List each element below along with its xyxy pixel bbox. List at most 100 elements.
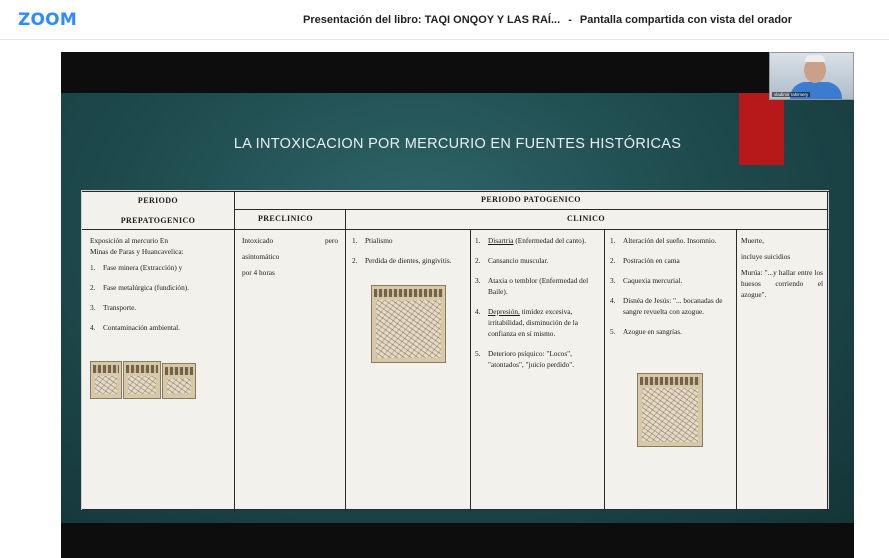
preclinico-word: pero (325, 236, 338, 245)
item-text: Cansancio muscular. (488, 256, 549, 265)
speaker-video-thumbnail[interactable]: vladimir rahimery (769, 52, 854, 100)
item-text-rest: (Enfermedad del canto). (513, 236, 587, 245)
table-rule (82, 229, 830, 230)
prepat-intro-line: Exposición al mercurio En (90, 236, 169, 245)
presentation-slide: LA INTOXICACION POR MERCURIO EN FUENTES … (61, 93, 854, 523)
item-text: Postración en cama (623, 256, 680, 265)
item-text: Ataxia o temblor (Enfermedad del Baile). (488, 276, 589, 296)
item-number: 2. (90, 283, 96, 292)
zoom-logo: ZOOM (18, 10, 77, 30)
table-rule (234, 209, 828, 210)
window-title: Presentación del libro: TAQI ONQOY Y LAS… (303, 14, 792, 26)
header-periodo: PERIODO (137, 196, 179, 205)
header-preclinico: PRECLINICO (257, 214, 314, 223)
item-text: Perdida de dientes, gingivitis. (365, 256, 452, 265)
table-rule (82, 509, 830, 510)
outcome-line: Murúa: "...y hallar entre los huesos cor… (741, 268, 823, 299)
title-separator: - (568, 14, 572, 26)
item-number: 5. (475, 349, 481, 358)
list-item: 2. Perdida de dientes, gingivitis. (352, 255, 464, 266)
list-item: 4. Disnéa de Jesús: "... bocanadas de san… (610, 295, 732, 317)
speaker-hair (805, 55, 825, 62)
item-text: Alteración del sueño. Insomnio. (623, 236, 717, 245)
list-item: 1. Alteración del sueño. Insomnio. (610, 235, 732, 246)
item-number: 1. (90, 263, 96, 272)
clinico-col-c: 1. Alteración del sueño. Insomnio. 2. Post… (610, 235, 732, 346)
historical-illustration (90, 361, 122, 399)
item-text: Disnéa de Jesús: "... bocanadas de sangr… (623, 296, 723, 316)
item-number: 2. (475, 256, 481, 265)
item-number: 1. (610, 236, 616, 245)
shared-screen[interactable]: LA INTOXICACION POR MERCURIO EN FUENTES … (61, 52, 854, 558)
item-number: 3. (475, 276, 481, 285)
item-text: Azogue en sangrías. (623, 327, 682, 336)
list-item: 1. Fase minera (Extracción) y (90, 262, 230, 273)
header-prepatogenico: PREPATOGENICO (120, 216, 196, 225)
list-item: 1. Ptialismo (352, 235, 464, 246)
item-number: 2. (352, 256, 358, 265)
participant-name: vladimir rahimery (772, 92, 811, 97)
header-clinico: CLINICO (567, 214, 605, 223)
item-text: Fase metalúrgica (fundición). (103, 283, 189, 292)
item-number: 4. (610, 296, 616, 305)
historical-illustration (162, 363, 196, 399)
list-item: 5. Azogue en sangrías. (610, 326, 732, 337)
clinico-col-b: 1. Disartria (Enfermedad del canto). 2. Ca… (475, 235, 599, 379)
table-divider (234, 191, 235, 511)
list-item: 2. Fase metalúrgica (fundición). (90, 282, 230, 293)
symptom-table: PERIODO PREPATOGENICO PERIODO PATOGENICO… (81, 190, 830, 511)
item-number: 1. (475, 236, 481, 245)
item-text: Disartria (Enfermedad del canto). (488, 235, 586, 246)
table-divider (736, 229, 737, 511)
red-accent-bar (739, 93, 784, 165)
item-number: 2. (610, 256, 616, 265)
list-item: 3. Transporte. (90, 302, 230, 313)
list-item: 4. Contaminación ambiental. (90, 322, 230, 333)
item-number: 3. (610, 276, 616, 285)
item-text: Transporte. (103, 303, 137, 312)
list-item: 5. Deterioro psíquico: "Locos", "atontado… (475, 348, 599, 370)
item-text-underlined: Disartria (488, 236, 514, 245)
preclinico-line: asintomático (242, 252, 280, 261)
letterbox-bottom (61, 523, 854, 558)
list-item: 3. Caquexia mercurial. (610, 275, 732, 286)
prepat-cell: Exposición al mercurio En Minas de Paras … (90, 235, 230, 342)
list-item: 2. Cansancio muscular. (475, 255, 599, 266)
item-number: 5. (610, 327, 616, 336)
view-mode-label: Pantalla compartida con vista del orador (579, 14, 793, 26)
prepat-intro-line: Minas de Paras y Huancavelica: (90, 247, 184, 256)
item-text: Depresión, timidez excesiva, irritabilid… (488, 306, 599, 339)
table-rule (82, 191, 830, 192)
clinico-col-a: 1. Ptialismo 2. Perdida de dientes, gingiv… (352, 235, 464, 275)
historical-illustration (123, 361, 161, 399)
title-bar: ZOOM Presentación del libro: TAQI ONQOY … (0, 0, 889, 40)
historical-illustration (637, 373, 703, 447)
preclinico-line: por 4 horas (242, 268, 275, 277)
item-number: 3. (90, 303, 96, 312)
speaker-shirt (790, 82, 842, 99)
list-item: 4. Depresión, timidez excesiva, irritabil… (475, 306, 599, 339)
historical-illustration (371, 285, 446, 363)
item-text: Fase minera (Extracción) y (103, 263, 183, 272)
table-divider (345, 209, 346, 511)
item-number: 1. (352, 236, 358, 245)
list-item: 2. Postración en cama (610, 255, 732, 266)
header-periodo-patogenico: PERIODO PATOGENICO (481, 195, 581, 204)
list-item: 3. Ataxia o temblor (Enfermedad del Baile… (475, 275, 599, 297)
meeting-title: Presentación del libro: TAQI ONQOY Y LAS… (303, 14, 561, 26)
prepat-intro: Exposición al mercurio En Minas de Paras … (90, 235, 230, 257)
slide-title: LA INTOXICACION POR MERCURIO EN FUENTES … (233, 136, 682, 152)
outcome-line: Muerte, (741, 236, 764, 245)
item-number: 4. (90, 323, 96, 332)
item-text: Contaminación ambiental. (103, 323, 181, 332)
item-text-underlined: Depresión, (488, 307, 520, 316)
item-number: 4. (475, 307, 481, 316)
preclinico-word: Intoxicado (242, 236, 274, 245)
list-item: 1. Disartria (Enfermedad del canto). (475, 235, 599, 246)
outcome-line: incluye suicidios (741, 252, 791, 261)
item-text: Caquexia mercurial. (623, 276, 683, 285)
table-divider (827, 191, 828, 511)
item-text: Deterioro psíquico: "Locos", "atontados"… (488, 349, 575, 369)
clinico-col-d: Muerte, incluye suicidios Murúa: "...y h… (741, 235, 823, 305)
preclinico-line: Intoxicado pero (242, 235, 338, 246)
